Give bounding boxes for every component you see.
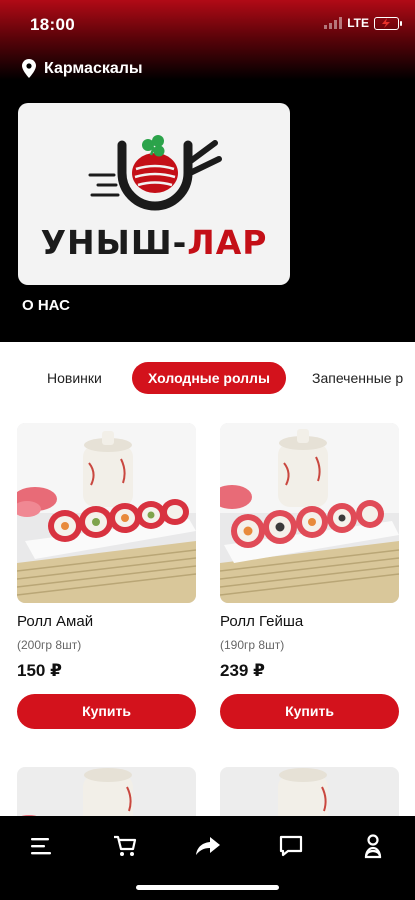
status-bar: 18:00 LTE xyxy=(0,0,415,52)
location-label: Кармаскалы xyxy=(44,59,143,77)
product-weight: (200гр 8шт) xyxy=(17,638,82,652)
restaurant-logo-wordmark: УНЫШ-ЛАР xyxy=(40,223,268,262)
product-card: Ролл Амай (200гр 8шт) 150 ₽ Купить xyxy=(17,423,196,729)
status-indicators: LTE xyxy=(324,16,402,30)
chat-icon xyxy=(279,835,303,857)
tab-new[interactable]: Новинки xyxy=(47,362,102,394)
product-name: Ролл Гейша xyxy=(220,613,304,630)
tab-cold-rolls[interactable]: Холодные роллы xyxy=(132,362,286,394)
product-image[interactable] xyxy=(17,423,196,603)
restaurant-logo-icon xyxy=(88,135,222,211)
category-tabs: Новинки Холодные роллы Запеченные р xyxy=(0,362,415,396)
nav-menu-button[interactable] xyxy=(21,828,61,864)
product-weight: (190гр 8шт) xyxy=(220,638,285,652)
product-image[interactable] xyxy=(220,423,399,603)
about-us-link[interactable]: О НАС xyxy=(22,297,70,314)
nav-chat-button[interactable] xyxy=(271,828,311,864)
network-type: LTE xyxy=(347,16,369,30)
menu-icon xyxy=(31,838,51,855)
signal-icon xyxy=(324,17,343,29)
profile-icon xyxy=(364,834,382,859)
nav-profile-button[interactable] xyxy=(353,828,393,864)
location-pin-icon xyxy=(22,59,36,78)
location-selector[interactable]: Кармаскалы xyxy=(22,59,143,78)
cart-icon xyxy=(114,835,137,856)
product-name: Ролл Амай xyxy=(17,613,94,630)
home-indicator[interactable] xyxy=(136,885,279,890)
status-time: 18:00 xyxy=(30,15,75,34)
product-card: Ролл Гейша (190гр 8шт) 239 ₽ Купить xyxy=(220,423,399,729)
nav-cart-button[interactable] xyxy=(105,828,145,864)
battery-icon xyxy=(374,16,402,30)
buy-button[interactable]: Купить xyxy=(17,694,196,729)
tab-baked-rolls[interactable]: Запеченные р xyxy=(312,362,403,394)
buy-button[interactable]: Купить xyxy=(220,694,399,729)
header: 18:00 LTE Кармаскалы УНЫШ-ЛАР О НАС xyxy=(0,0,415,342)
share-icon xyxy=(196,837,220,855)
restaurant-logo-card[interactable]: УНЫШ-ЛАР xyxy=(18,103,290,285)
product-price: 150 ₽ xyxy=(17,661,62,680)
nav-share-button[interactable] xyxy=(188,828,228,864)
product-price: 239 ₽ xyxy=(220,661,265,680)
